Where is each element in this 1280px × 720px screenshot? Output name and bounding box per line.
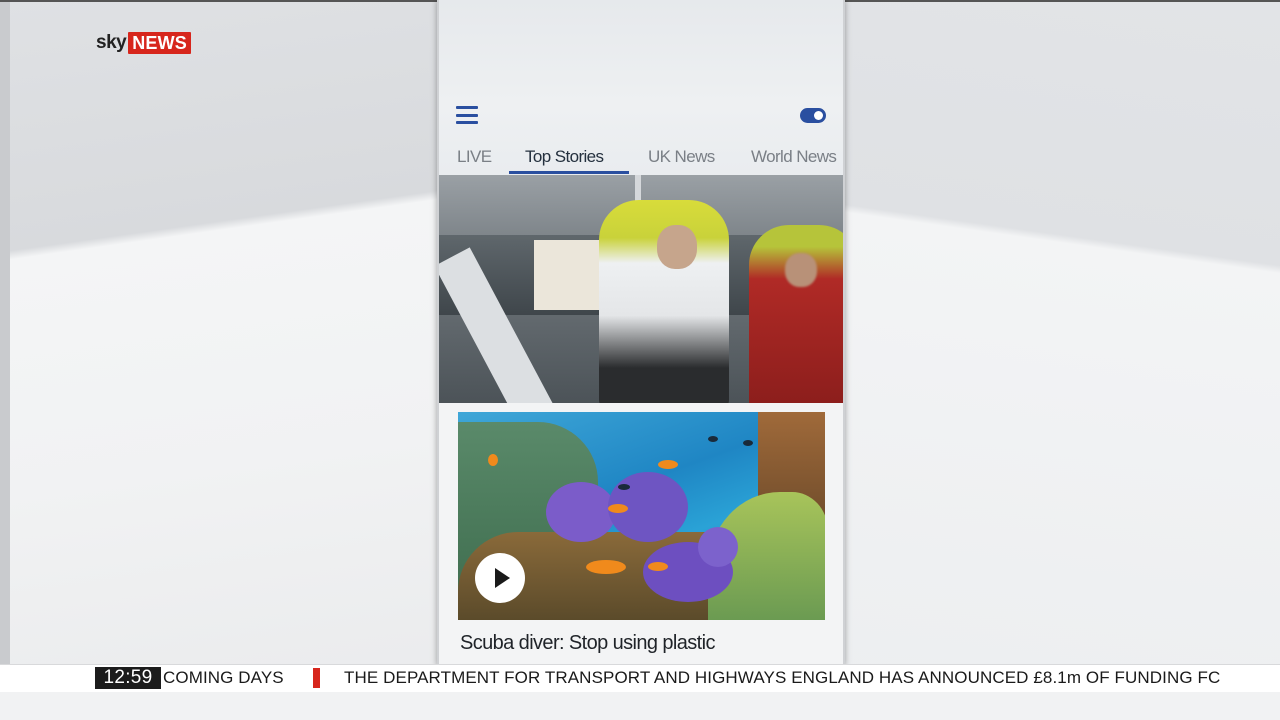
app-header: LIVE Top Stories UK News World News (439, 0, 843, 175)
hero-story-image[interactable] (439, 175, 843, 403)
toggle-switch-icon[interactable] (800, 108, 826, 123)
ticker-previous-text: COMING DAYS (163, 668, 284, 687)
phone-screen: LIVE Top Stories UK News World News Scub… (437, 0, 845, 666)
tab-world-news[interactable]: World News (751, 144, 837, 170)
tab-live[interactable]: LIVE (457, 144, 492, 170)
play-icon[interactable] (475, 553, 525, 603)
active-tab-indicator (509, 171, 629, 174)
clock: 12:59 (95, 667, 161, 689)
ticker-clip: COMING DAYS THE DEPARTMENT FOR TRANSPORT… (161, 664, 1280, 692)
logo-sky-text: sky (96, 32, 127, 53)
studio-backdrop-right (845, 0, 1280, 720)
ticker-separator (313, 668, 320, 688)
story-title[interactable]: Scuba diver: Stop using plastic (460, 632, 715, 655)
hamburger-menu-icon[interactable] (456, 106, 478, 124)
ticker-headline: THE DEPARTMENT FOR TRANSPORT AND HIGHWAY… (344, 668, 1221, 687)
lower-band (0, 692, 1280, 720)
tab-uk-news[interactable]: UK News (648, 144, 715, 170)
screen-edge (0, 0, 10, 720)
tab-bar: LIVE Top Stories UK News World News (439, 144, 843, 174)
sky-news-logo: sky NEWS (96, 31, 192, 55)
logo-news-text: NEWS (128, 32, 192, 54)
story-image[interactable] (458, 412, 825, 620)
story-card[interactable]: Scuba diver: Stop using plastic (439, 403, 843, 666)
tab-top-stories[interactable]: Top Stories (525, 144, 604, 170)
